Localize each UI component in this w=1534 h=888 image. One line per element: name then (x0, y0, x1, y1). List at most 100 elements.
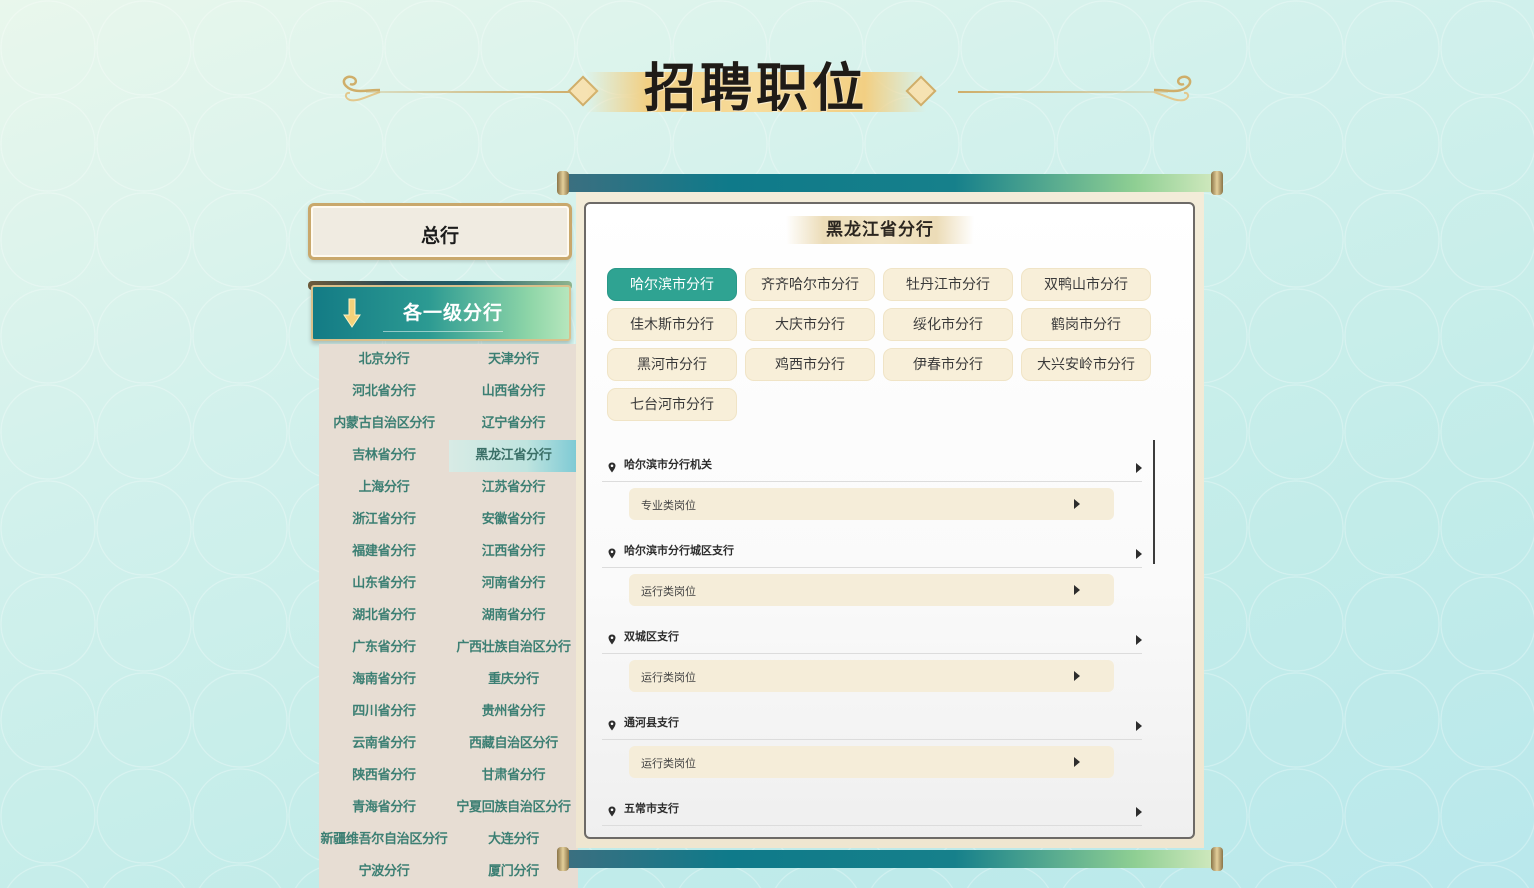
position-category-row[interactable]: 运行类岗位 (629, 574, 1114, 606)
position-category-row[interactable]: 运行类岗位 (629, 660, 1114, 692)
title-line-left (366, 91, 576, 93)
branch-item[interactable]: 上海分行 (319, 472, 449, 504)
city-branch-button[interactable]: 伊春市分行 (883, 348, 1013, 381)
map-pin-icon (608, 544, 616, 559)
org-name: 哈尔滨市分行城区支行 (624, 544, 734, 557)
city-branch-button[interactable]: 大庆市分行 (745, 308, 875, 341)
position-category-label: 专业类岗位 (641, 499, 696, 512)
branch-title-underline (383, 331, 503, 332)
position-category-label: 运行类岗位 (641, 671, 696, 684)
position-category-row[interactable]: 运行类岗位 (629, 746, 1114, 778)
org-name: 双城区支行 (624, 630, 679, 643)
page-title: 招聘职位 (643, 58, 868, 119)
branch-item[interactable]: 内蒙古自治区分行 (319, 408, 449, 440)
branch-item[interactable]: 宁夏回族自治区分行 (449, 792, 578, 824)
branch-item[interactable]: 宁波分行 (319, 856, 449, 888)
branch-item[interactable]: 湖北省分行 (319, 600, 449, 632)
caret-right-icon[interactable] (1074, 671, 1080, 681)
city-branch-button[interactable]: 绥化市分行 (883, 308, 1013, 341)
branch-item[interactable]: 河北省分行 (319, 376, 449, 408)
branch-item[interactable]: 陕西省分行 (319, 760, 449, 792)
chevron-down-arrow-icon (343, 298, 361, 328)
branch-item[interactable]: 重庆分行 (449, 664, 578, 696)
branch-item[interactable]: 新疆维吾尔自治区分行 (319, 824, 449, 856)
branch-item[interactable]: 西藏自治区分行 (449, 728, 578, 760)
branch-item[interactable]: 四川省分行 (319, 696, 449, 728)
branch-item[interactable]: 云南省分行 (319, 728, 449, 760)
city-branch-button[interactable]: 双鸭山市分行 (1021, 268, 1151, 301)
caret-right-icon[interactable] (1136, 635, 1142, 645)
org-name: 五常市支行 (624, 802, 679, 815)
city-branch-button[interactable]: 齐齐哈尔市分行 (745, 268, 875, 301)
rod-body (567, 174, 1213, 192)
branch-item[interactable]: 山西省分行 (449, 376, 578, 408)
province-panel: 黑龙江省分行 哈尔滨市分行 齐齐哈尔市分行 牡丹江市分行 双鸭山市分行佳木斯市分行 大庆… (584, 202, 1195, 839)
city-branch-button[interactable]: 牡丹江市分行 (883, 268, 1013, 301)
scroll-rod-bottom (557, 847, 1223, 871)
branch-item[interactable]: 江苏省分行 (449, 472, 578, 504)
branch-item[interactable]: 天津分行 (449, 344, 578, 376)
rod-cap (557, 171, 569, 195)
caret-right-icon[interactable] (1136, 549, 1142, 559)
city-branch-button[interactable]: 佳木斯市分行 (607, 308, 737, 341)
caret-right-icon[interactable] (1136, 463, 1142, 473)
branch-item[interactable]: 辽宁省分行 (449, 408, 578, 440)
position-category-row[interactable]: 专业类岗位 (629, 488, 1114, 520)
branch-item[interactable]: 贵州省分行 (449, 696, 578, 728)
branch-item[interactable]: 河南省分行 (449, 568, 578, 600)
branch-item[interactable]: 青海省分行 (319, 792, 449, 824)
city-branch-button[interactable]: 大兴安岭市分行 (1021, 348, 1151, 381)
branch-item[interactable]: 山东省分行 (319, 568, 449, 600)
map-pin-icon (608, 716, 616, 731)
rod-cap (557, 847, 569, 871)
rod-cap (1211, 847, 1223, 871)
org-row[interactable]: 通河县支行 (602, 698, 1142, 740)
branch-item[interactable]: 江西省分行 (449, 536, 578, 568)
branch-item[interactable]: 福建省分行 (319, 536, 449, 568)
city-branch-button[interactable]: 黑河市分行 (607, 348, 737, 381)
caret-right-icon[interactable] (1074, 499, 1080, 509)
branch-item[interactable]: 湖南省分行 (449, 600, 578, 632)
branch-item[interactable]: 吉林省分行 (319, 440, 449, 472)
map-pin-icon (608, 802, 616, 817)
caret-right-icon[interactable] (1074, 585, 1080, 595)
org-row[interactable]: 哈尔滨市分行城区支行 (602, 526, 1142, 568)
city-branch-button[interactable]: 七台河市分行 (607, 388, 737, 421)
job-list-scrollbar[interactable] (1153, 440, 1155, 564)
org-row[interactable]: 双城区支行 (602, 612, 1142, 654)
rod-body (567, 850, 1213, 868)
rod-cap (1211, 171, 1223, 195)
position-category-label: 运行类岗位 (641, 757, 696, 770)
cloud-ornament-icon (342, 75, 381, 102)
branch-item[interactable]: 安徽省分行 (449, 504, 578, 536)
branch-grid: 北京分行 天津分行 河北省分行 山西省分行 内蒙古自治区分行 辽宁省分行 吉林省分行 黑龙江省… (319, 344, 578, 888)
branch-item[interactable]: 广东省分行 (319, 632, 449, 664)
title-line-right (958, 91, 1168, 93)
branch-item[interactable]: 甘肃省分行 (449, 760, 578, 792)
caret-right-icon[interactable] (1074, 757, 1080, 767)
page-heading: 招聘职位 (336, 58, 1198, 124)
map-pin-icon (608, 630, 616, 645)
org-name: 哈尔滨市分行机关 (624, 458, 712, 471)
branch-item[interactable]: 黑龙江省分行 (449, 440, 578, 472)
org-row[interactable]: 哈尔滨市分行机关 (602, 440, 1142, 482)
city-button-grid: 哈尔滨市分行 齐齐哈尔市分行 牡丹江市分行 双鸭山市分行佳木斯市分行 大庆市分行 绥化市分… (607, 268, 1155, 421)
caret-right-icon[interactable] (1136, 721, 1142, 731)
city-branch-button[interactable]: 鸡西市分行 (745, 348, 875, 381)
branch-item[interactable]: 北京分行 (319, 344, 449, 376)
city-branch-button[interactable]: 鹤岗市分行 (1021, 308, 1151, 341)
branch-item[interactable]: 海南省分行 (319, 664, 449, 696)
cloud-ornament-icon (1153, 75, 1192, 102)
branch-list: 北京分行 天津分行 河北省分行 山西省分行 内蒙古自治区分行 辽宁省分行 吉林省分行 黑龙江省… (319, 344, 578, 888)
org-name: 通河县支行 (624, 716, 679, 729)
province-title: 黑龙江省分行 (826, 220, 934, 240)
map-pin-icon (608, 458, 616, 473)
branch-item[interactable]: 浙江省分行 (319, 504, 449, 536)
head-office-button[interactable]: 总行 (308, 203, 572, 260)
branch-section-header: 各一级分行 (311, 285, 571, 341)
branch-item[interactable]: 广西壮族自治区分行 (449, 632, 578, 664)
city-branch-button[interactable]: 哈尔滨市分行 (607, 268, 737, 301)
org-row[interactable]: 五常市支行 (602, 784, 1142, 826)
caret-right-icon[interactable] (1136, 807, 1142, 817)
position-category-label: 运行类岗位 (641, 585, 696, 598)
